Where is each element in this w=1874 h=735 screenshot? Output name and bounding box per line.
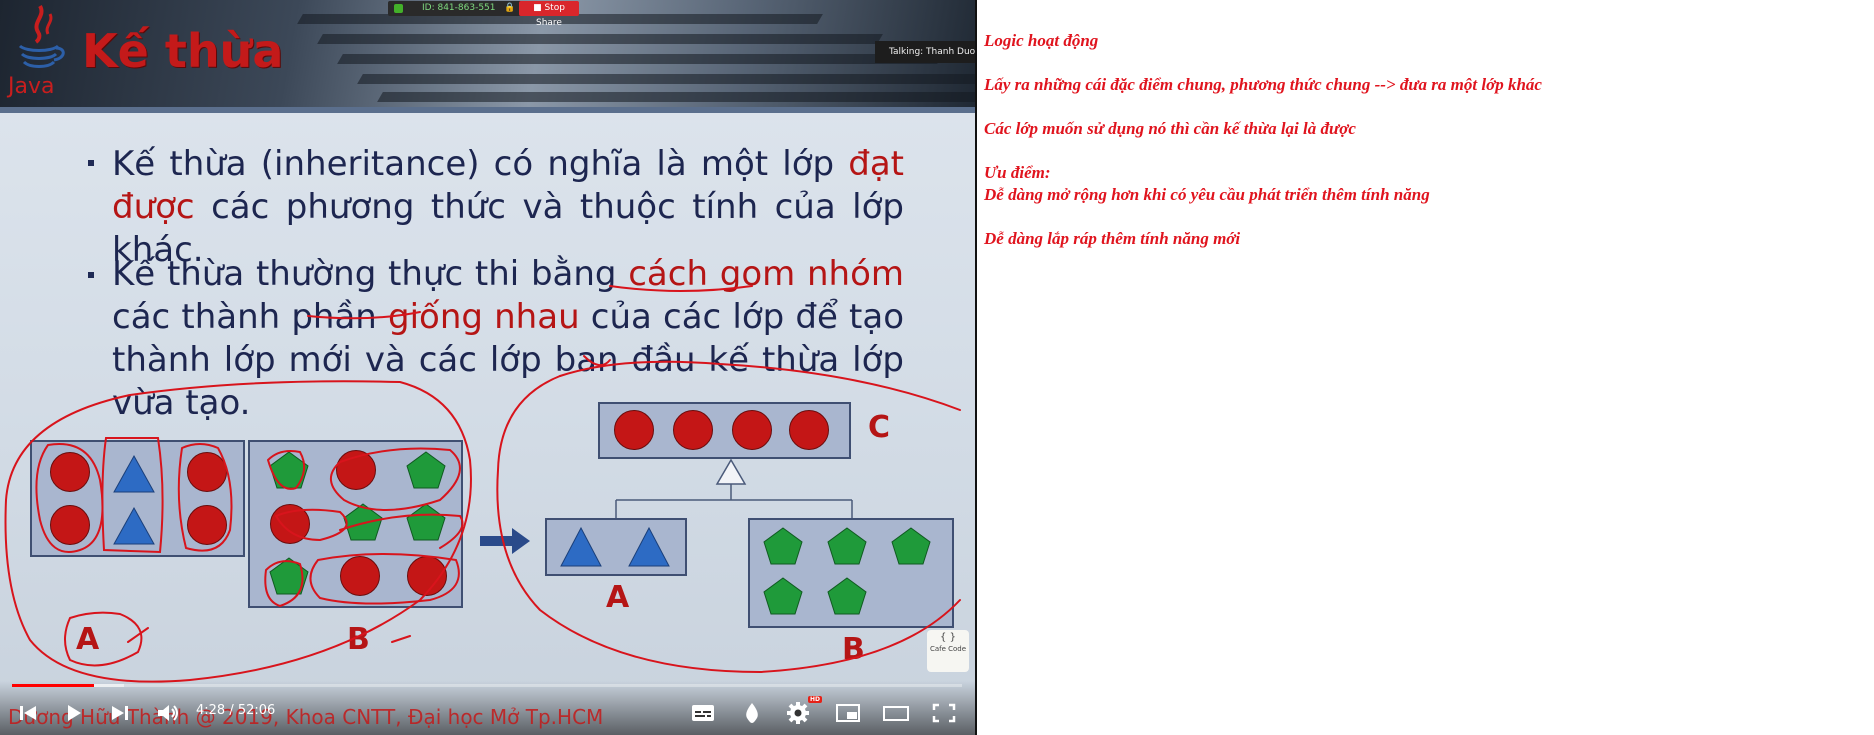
share-status-icon	[394, 4, 403, 13]
banner-divider	[0, 107, 975, 113]
pentagon-shape	[763, 527, 803, 565]
stop-share-label: Stop Share	[536, 3, 565, 28]
subtitles-icon[interactable]	[689, 700, 717, 726]
class-c-box	[598, 402, 851, 459]
circle-shape	[187, 505, 227, 545]
bullet-2: Kế thừa thường thực thi bằng cách gom nh…	[112, 253, 904, 425]
class-a-derived-box	[545, 518, 687, 576]
note-advantages-heading: Ưu điểm:	[984, 163, 1051, 182]
theater-mode-icon[interactable]	[882, 700, 910, 726]
skip-previous-icon[interactable]	[14, 700, 42, 726]
pentagon-shape	[827, 527, 867, 565]
note-inherit-usage: Các lớp muốn sử dụng nó thì cần kế thừa …	[984, 119, 1356, 138]
bullet-2-text-b: các thành phần	[112, 297, 389, 337]
note-advantage-extend: Dễ dàng mở rộng hơn khi có yêu cầu phát …	[984, 185, 1430, 204]
progress-bar[interactable]	[12, 684, 962, 687]
circle-shape	[789, 410, 829, 450]
label-right-a: A	[606, 580, 630, 615]
progress-played	[12, 684, 94, 687]
pentagon-shape	[269, 557, 309, 595]
label-left-b: B	[347, 622, 370, 657]
inheritance-connector	[615, 458, 853, 520]
pentagon-shape	[763, 577, 803, 615]
hd-badge: HD	[808, 696, 823, 703]
class-a-box	[30, 440, 245, 557]
java-word: Java	[8, 74, 55, 99]
class-b-box	[248, 440, 463, 608]
circle-shape	[336, 450, 376, 490]
bullet-2-text-a: Kế thừa thường thực thi bằng	[112, 254, 629, 294]
notes-panel[interactable]: Logic hoạt động Lấy ra những cái đặc điể…	[984, 30, 1864, 250]
label-left-a: A	[76, 622, 100, 657]
bullet-marker	[88, 160, 94, 166]
circle-shape	[340, 556, 380, 596]
meeting-id: ID: 841-863-551	[422, 3, 496, 13]
circle-shape	[673, 410, 713, 450]
video-player[interactable]: Java Kế thừa ID: 841-863-551 🔒 ■ Stop Sh…	[0, 0, 975, 735]
bullet-2-highlight-b: giống nhau	[388, 297, 580, 337]
circle-shape	[50, 452, 90, 492]
circle-shape	[50, 505, 90, 545]
triangle-shape	[628, 526, 670, 567]
triangle-shape	[560, 526, 602, 567]
settings-icon[interactable]	[784, 700, 812, 726]
note-advantage-assemble: Dễ dàng lắp ráp thêm tính năng mới	[984, 229, 1241, 248]
class-b-derived-box	[748, 518, 954, 628]
pentagon-shape	[343, 503, 383, 541]
note-logic-heading: Logic hoạt động	[984, 31, 1099, 50]
triangle-shape	[113, 506, 155, 545]
triangle-shape	[113, 454, 155, 493]
circle-shape	[270, 504, 310, 544]
bullet-1-text-a: Kế thừa (inheritance) có nghĩa là một lớ…	[112, 144, 849, 184]
slide-title: Kế thừa	[82, 24, 284, 78]
talking-indicator: Talking: Thanh Duong	[875, 41, 975, 63]
pentagon-shape	[827, 577, 867, 615]
skip-next-icon[interactable]	[106, 700, 134, 726]
slide-watermark: Dương Hữu Thành @ 2019, Khoa CNTT, Đại h…	[8, 705, 604, 729]
stop-share-button[interactable]: ■ Stop Share	[519, 1, 579, 28]
pentagon-shape	[406, 451, 446, 489]
volume-icon[interactable]	[154, 700, 182, 726]
lock-icon: 🔒	[504, 3, 516, 13]
pentagon-shape	[891, 527, 931, 565]
cafe-code-logo: Cafe Code	[927, 630, 969, 672]
transform-arrow-icon	[480, 528, 530, 554]
pentagon-shape	[406, 503, 446, 541]
bullet-marker	[88, 272, 94, 278]
miniplayer-icon[interactable]	[834, 700, 862, 726]
pentagon-shape	[269, 451, 309, 489]
circle-shape	[407, 556, 447, 596]
playback-time: 4:28 / 52:06	[196, 703, 276, 718]
fullscreen-icon[interactable]	[930, 700, 958, 726]
label-right-c: C	[868, 410, 891, 445]
label-right-b: B	[842, 632, 865, 667]
circle-shape	[187, 452, 227, 492]
bullet-2-highlight-a: cách gom nhóm	[628, 254, 904, 294]
video-border	[975, 0, 977, 735]
circle-shape	[732, 410, 772, 450]
note-extract-common: Lấy ra những cái đặc điểm chung, phương …	[984, 75, 1542, 94]
circle-shape	[614, 410, 654, 450]
play-icon[interactable]	[60, 700, 88, 726]
autoplay-icon[interactable]	[738, 700, 766, 726]
